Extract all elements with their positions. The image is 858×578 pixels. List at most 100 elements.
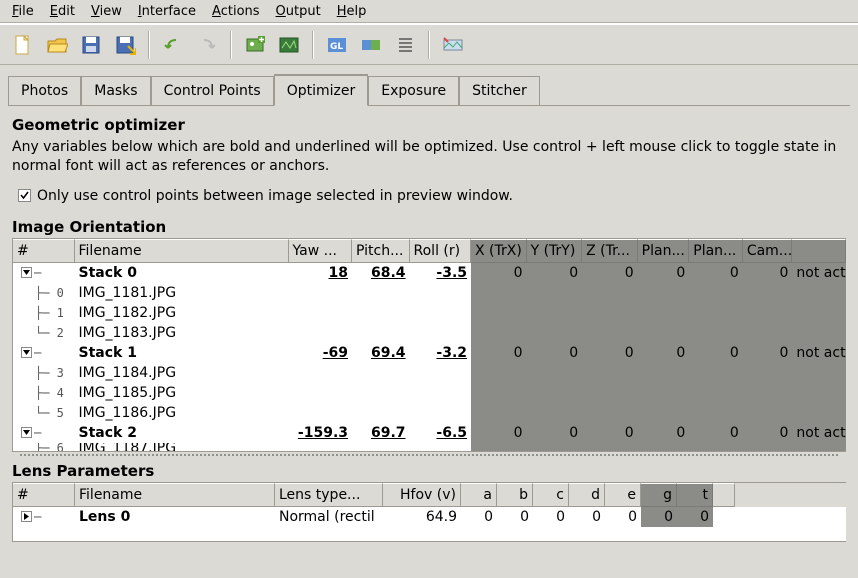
cell-a[interactable]: 0 bbox=[461, 507, 497, 527]
cell-cam[interactable]: 0 bbox=[743, 343, 793, 363]
redo-button[interactable] bbox=[192, 30, 222, 60]
menu-file[interactable]: File bbox=[4, 2, 42, 21]
cp-only-checkbox[interactable] bbox=[18, 189, 31, 202]
col-a[interactable]: a bbox=[461, 483, 497, 507]
tab-exposure[interactable]: Exposure bbox=[368, 76, 459, 106]
gl-preview-button[interactable]: GL bbox=[322, 30, 352, 60]
tree-toggle-icon[interactable] bbox=[21, 347, 32, 358]
cell-pitch[interactable]: 68.4 bbox=[352, 263, 410, 283]
menu-view[interactable]: View bbox=[83, 2, 130, 21]
cell-plan2[interactable]: 0 bbox=[689, 263, 743, 283]
col-extra[interactable] bbox=[792, 239, 846, 263]
table-row[interactable]: ├─ 4IMG_1185.JPG bbox=[13, 383, 846, 403]
menu-output[interactable]: Output bbox=[268, 2, 329, 21]
col-extra[interactable] bbox=[713, 483, 735, 507]
col-cam[interactable]: Cam... bbox=[743, 239, 793, 263]
cell-try[interactable]: 0 bbox=[527, 263, 583, 283]
table-row[interactable]: ─Lens 0Normal (rectil64.90000000 bbox=[13, 507, 846, 527]
table-row[interactable]: ├─ 6IMG_1187.JPG bbox=[13, 443, 846, 452]
save-button[interactable] bbox=[76, 30, 106, 60]
table-row[interactable]: ├─ 1IMG_1182.JPG bbox=[13, 303, 846, 323]
assistant-button[interactable] bbox=[274, 30, 304, 60]
col-e[interactable]: e bbox=[605, 483, 641, 507]
cell-plan2[interactable]: 0 bbox=[689, 343, 743, 363]
cell-e[interactable]: 0 bbox=[605, 507, 641, 527]
add-images-button[interactable] bbox=[240, 30, 270, 60]
table-row[interactable]: ─Stack 01868.4-3.5000000not act bbox=[13, 263, 846, 283]
col-c[interactable]: c bbox=[533, 483, 569, 507]
cell-trz[interactable]: 0 bbox=[582, 263, 638, 283]
col-roll[interactable]: Roll (r) bbox=[410, 239, 472, 263]
tab-masks[interactable]: Masks bbox=[81, 76, 150, 106]
cell-plan1[interactable]: 0 bbox=[638, 423, 690, 443]
cell-roll[interactable]: -3.2 bbox=[410, 343, 471, 363]
open-project-button[interactable] bbox=[42, 30, 72, 60]
table-row[interactable]: ├─ 3IMG_1184.JPG bbox=[13, 363, 846, 383]
col-b[interactable]: b bbox=[497, 483, 533, 507]
menu-actions[interactable]: Actions bbox=[204, 2, 268, 21]
cell-pitch[interactable]: 69.7 bbox=[352, 423, 410, 443]
save-as-button[interactable] bbox=[110, 30, 140, 60]
col-hfov[interactable]: Hfov (v) bbox=[383, 483, 461, 507]
cell-t[interactable]: 0 bbox=[677, 507, 713, 527]
col-d[interactable]: d bbox=[569, 483, 605, 507]
undo-button[interactable] bbox=[158, 30, 188, 60]
new-project-button[interactable] bbox=[8, 30, 38, 60]
cell-try[interactable]: 0 bbox=[527, 343, 583, 363]
cell-plan2[interactable]: 0 bbox=[689, 423, 743, 443]
col-filename[interactable]: Filename bbox=[75, 239, 289, 263]
col-trz[interactable]: Z (Tr... bbox=[582, 239, 638, 263]
col-try[interactable]: Y (TrY) bbox=[527, 239, 583, 263]
cell-trx[interactable]: 0 bbox=[471, 343, 527, 363]
col-yaw[interactable]: Yaw ... bbox=[289, 239, 352, 263]
col-filename[interactable]: Filename bbox=[75, 483, 275, 507]
splitter[interactable] bbox=[20, 452, 838, 458]
tree-toggle-icon[interactable] bbox=[21, 427, 32, 438]
tab-stitcher[interactable]: Stitcher bbox=[459, 76, 540, 106]
col-plan2[interactable]: Plan... bbox=[689, 239, 743, 263]
menu-interface[interactable]: Interface bbox=[130, 2, 204, 21]
cell-plan1[interactable]: 0 bbox=[638, 343, 690, 363]
cell-trz[interactable]: 0 bbox=[582, 423, 638, 443]
col-trx[interactable]: X (TrX) bbox=[471, 239, 527, 263]
tree-toggle-icon[interactable] bbox=[21, 511, 32, 522]
cell-roll[interactable]: -3.5 bbox=[410, 263, 471, 283]
cell-hfov[interactable]: 64.9 bbox=[383, 507, 461, 527]
tree-toggle-icon[interactable] bbox=[21, 267, 32, 278]
cell-roll[interactable]: -6.5 bbox=[410, 423, 471, 443]
cell-lenstype[interactable]: Normal (rectil bbox=[275, 507, 383, 527]
tab-optimizer[interactable]: Optimizer bbox=[274, 74, 369, 106]
cell-plan1[interactable]: 0 bbox=[638, 263, 690, 283]
list-button[interactable] bbox=[390, 30, 420, 60]
table-row[interactable]: ─Stack 2-159.369.7-6.5000000not act bbox=[13, 423, 846, 443]
cell-cam[interactable]: 0 bbox=[743, 263, 793, 283]
cell-yaw[interactable]: -69 bbox=[289, 343, 352, 363]
cell-yaw[interactable]: -159.3 bbox=[289, 423, 352, 443]
col-pitch[interactable]: Pitch... bbox=[352, 239, 410, 263]
cell-trz[interactable]: 0 bbox=[582, 343, 638, 363]
col-t[interactable]: t bbox=[677, 483, 713, 507]
cell-d[interactable]: 0 bbox=[569, 507, 605, 527]
col-num[interactable]: # bbox=[13, 483, 75, 507]
cell-trx[interactable]: 0 bbox=[471, 423, 527, 443]
cell-pitch[interactable]: 69.4 bbox=[352, 343, 410, 363]
menu-help[interactable]: Help bbox=[329, 2, 375, 21]
tab-photos[interactable]: Photos bbox=[8, 76, 81, 106]
col-num[interactable]: # bbox=[13, 239, 75, 263]
preview-button[interactable] bbox=[356, 30, 386, 60]
col-g[interactable]: g bbox=[641, 483, 677, 507]
table-row[interactable]: ├─ 0IMG_1181.JPG bbox=[13, 283, 846, 303]
cell-cam[interactable]: 0 bbox=[743, 423, 793, 443]
cell-b[interactable]: 0 bbox=[497, 507, 533, 527]
table-row[interactable]: ─Stack 1-6969.4-3.2000000not act bbox=[13, 343, 846, 363]
table-row[interactable]: └─ 5IMG_1186.JPG bbox=[13, 403, 846, 423]
cell-g[interactable]: 0 bbox=[641, 507, 677, 527]
cell-try[interactable]: 0 bbox=[527, 423, 583, 443]
menu-edit[interactable]: Edit bbox=[42, 2, 83, 21]
table-row[interactable]: └─ 2IMG_1183.JPG bbox=[13, 323, 846, 343]
cell-trx[interactable]: 0 bbox=[471, 263, 527, 283]
cell-c[interactable]: 0 bbox=[533, 507, 569, 527]
cell-yaw[interactable]: 18 bbox=[289, 263, 352, 283]
col-plan1[interactable]: Plan... bbox=[638, 239, 690, 263]
panorama-button[interactable] bbox=[438, 30, 468, 60]
